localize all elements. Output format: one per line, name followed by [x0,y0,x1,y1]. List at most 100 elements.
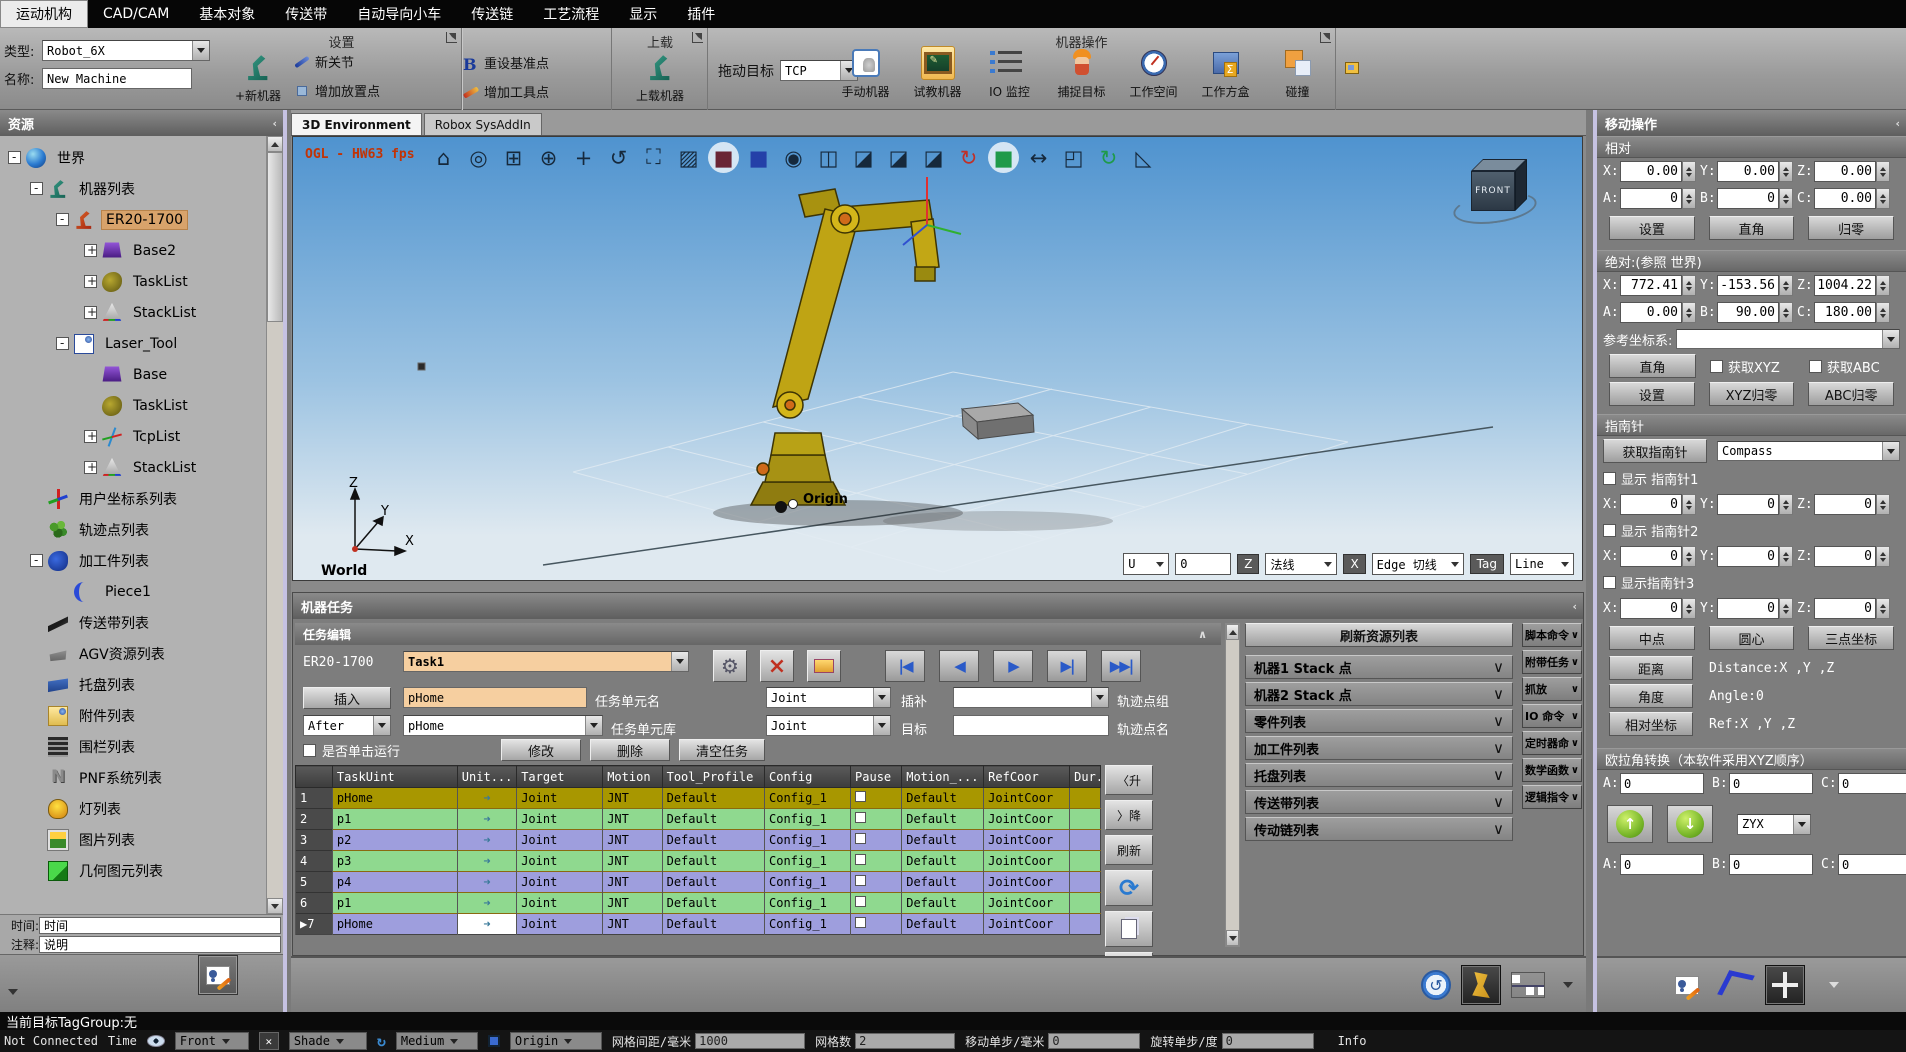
command-button[interactable]: 脚本命令∨ [1522,623,1582,647]
collapse-edit-icon[interactable]: ∧ [1198,628,1207,641]
group-expander-icon[interactable] [446,32,457,43]
quality-select[interactable]: Medium [396,1032,478,1050]
spinner-icon[interactable] [1876,546,1890,567]
menu-item[interactable]: 基本对象 [184,0,270,28]
xyz-zero-button[interactable]: XYZ归零 [1709,382,1795,406]
rel-y-field[interactable]: Y:0.00 [1700,161,1793,182]
rel-set-button[interactable]: 设置 [1609,216,1695,240]
tree-item[interactable]: 几何图元列表 [0,855,266,886]
cell-unit-arrow[interactable]: ➜ [457,809,516,830]
rel-cartesian-button[interactable]: 直角 [1709,216,1795,240]
tree-item[interactable]: Piece1 [0,576,266,607]
axis-toggle-button[interactable]: ✕ [259,1032,279,1050]
task-table-header-cell[interactable]: Pause [851,766,902,788]
pause-checkbox[interactable] [855,854,866,865]
tree-item[interactable]: 围栏列表 [0,731,266,762]
chevron-down-icon[interactable] [1091,688,1108,707]
task-table-header-cell[interactable]: Tool_Profile [662,766,764,788]
collapse-left-icon[interactable]: ‹ [272,117,277,130]
spinner-icon[interactable] [1779,188,1793,209]
chevron-down-icon[interactable]: ∨ [1493,739,1504,757]
compass3-x-field[interactable]: X:0 [1603,598,1696,619]
spinner-icon[interactable] [1876,275,1890,296]
spin-icon[interactable]: ↻ [953,142,984,173]
machine-op-button[interactable]: 碰撞 [1262,44,1334,100]
tree-item[interactable]: 附件列表 [0,700,266,731]
tree-expander-icon[interactable] [84,461,97,474]
nav-prev-button[interactable]: ◀ [939,650,979,682]
task-delete-button[interactable]: × [760,650,794,682]
rotate-step-input[interactable]: 0 [1222,1033,1314,1049]
menu-item[interactable]: CAD/CAM [88,0,184,28]
task-table-row[interactable]: ▶7 pHome ➜ Joint JNT Default Config_1 De… [296,914,1101,935]
cell-unit-arrow[interactable]: ➜ [457,872,516,893]
view-cube[interactable]: FRONT [1467,159,1527,217]
tree-item[interactable]: 轨迹点列表 [0,514,266,545]
unit-lib-select[interactable]: pHome [403,715,603,736]
chevron-down-icon[interactable] [1563,982,1573,993]
tree-item[interactable]: TaskList [0,390,266,421]
task-table-row[interactable]: 6 p1 ➜ Joint JNT Default Config_1 Defaul… [296,893,1101,914]
task-table-header-cell[interactable]: TaskUint [332,766,457,788]
scroll-up-icon[interactable] [267,136,283,152]
row-down-button[interactable]: 〉降 [1105,800,1153,830]
edit-properties-button[interactable] [198,955,238,995]
insert-mode-select[interactable]: After [303,715,391,736]
normal-select[interactable]: 法线 [1265,553,1337,575]
angle-button[interactable]: 角度 [1609,684,1693,708]
machine-op-button[interactable]: IO 监控 [974,44,1046,100]
tree-item[interactable]: StackList [0,297,266,328]
euler-c1-field[interactable]: C:0 [1821,773,1906,794]
spinner-icon[interactable] [1682,598,1696,619]
command-button[interactable]: 抓放∨ [1522,677,1582,701]
chevron-down-icon[interactable] [1882,442,1899,460]
nav-next-button[interactable]: ▶ [993,650,1033,682]
task-table-header-cell[interactable] [296,766,333,788]
history-icon[interactable]: ↺ [1421,970,1451,1000]
tree-expander-icon[interactable] [56,213,69,226]
abs-a-field[interactable]: A:0.00 [1603,302,1696,323]
explode-icon[interactable]: ◰ [1058,142,1089,173]
view-select[interactable]: Front [175,1032,249,1050]
spinner-icon[interactable] [1779,161,1793,182]
line-select[interactable]: Line [1510,553,1574,575]
scroll-down-icon[interactable] [267,898,283,914]
resource-list-row[interactable]: 机器2 Stack 点∨ [1245,682,1513,706]
show-compass2-checkbox[interactable] [1603,524,1616,537]
ruler-icon[interactable]: ◺ [1128,142,1159,173]
menu-item[interactable]: 自动导向小车 [342,0,456,28]
circle-center-button[interactable]: 圆心 [1709,626,1795,650]
shade-select[interactable]: Shade [289,1032,367,1050]
uv-select[interactable]: U [1123,553,1169,575]
box-view-icon[interactable]: ◫ [813,142,844,173]
command-button[interactable]: 数学函数∨ [1522,758,1582,782]
machine-op-button[interactable]: 捕捉目标 [1046,44,1118,100]
euler-convert-up-button[interactable]: ↑ [1607,805,1653,843]
grid-spacing-input[interactable]: 1000 [695,1033,805,1049]
menu-item[interactable]: 传送带 [270,0,342,28]
chevron-down-icon[interactable] [585,716,602,735]
euler-b1-field[interactable]: B:0 [1712,773,1813,794]
section-y-icon[interactable]: ◪ [883,142,914,173]
path-brush-button[interactable] [1461,965,1501,1005]
tree-item[interactable]: 灯列表 [0,793,266,824]
cell-unit-arrow[interactable]: ➜ [457,914,516,935]
copy-button[interactable] [1105,911,1153,947]
scroll-up-icon[interactable] [1226,624,1239,640]
upload-machine-button[interactable]: 上载机器 [624,48,696,104]
spinner-icon[interactable] [1682,546,1696,567]
show-compass3-option[interactable]: 显示指南针3 [1603,573,1900,592]
unit-name-input[interactable]: pHome [403,687,587,708]
task-table-header-cell[interactable]: Unit... [457,766,516,788]
task-table-header-cell[interactable]: RefCoor [984,766,1070,788]
hatch-icon[interactable]: ▨ [673,142,704,173]
time-input[interactable]: 时间 [39,917,281,934]
distance-button[interactable]: 距离 [1609,656,1693,680]
tree-item[interactable]: AGV资源列表 [0,638,266,669]
angle-measure-icon[interactable] [1717,970,1755,999]
collapse-right-icon[interactable]: ‹ [1895,117,1900,130]
show-compass2-option[interactable]: 显示 指南针2 [1603,521,1900,540]
tree-item[interactable]: 图片列表 [0,824,266,855]
pause-checkbox[interactable] [855,917,866,928]
chevron-down-icon[interactable]: ∨ [1493,658,1504,676]
